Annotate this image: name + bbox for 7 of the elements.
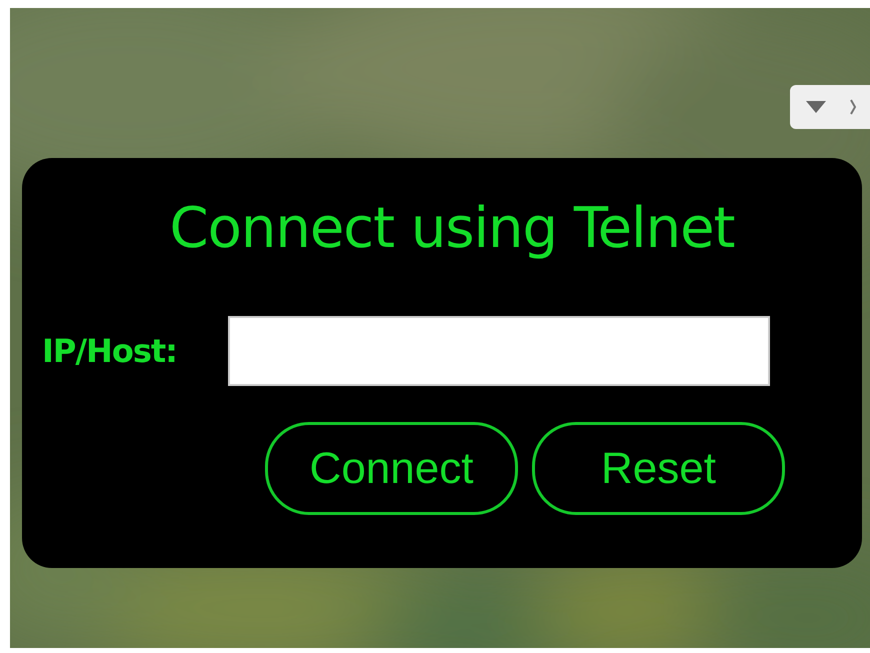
action-button[interactable]: Reset: [532, 422, 785, 515]
chevron-icon[interactable]: [850, 99, 856, 115]
caret-icon[interactable]: [806, 101, 826, 113]
dialog-title: Connect using Telnet: [168, 195, 736, 263]
field-label: IP/Host:: [42, 332, 178, 370]
action-button[interactable]: Connect: [265, 422, 518, 515]
input-field[interactable]: [228, 316, 770, 386]
